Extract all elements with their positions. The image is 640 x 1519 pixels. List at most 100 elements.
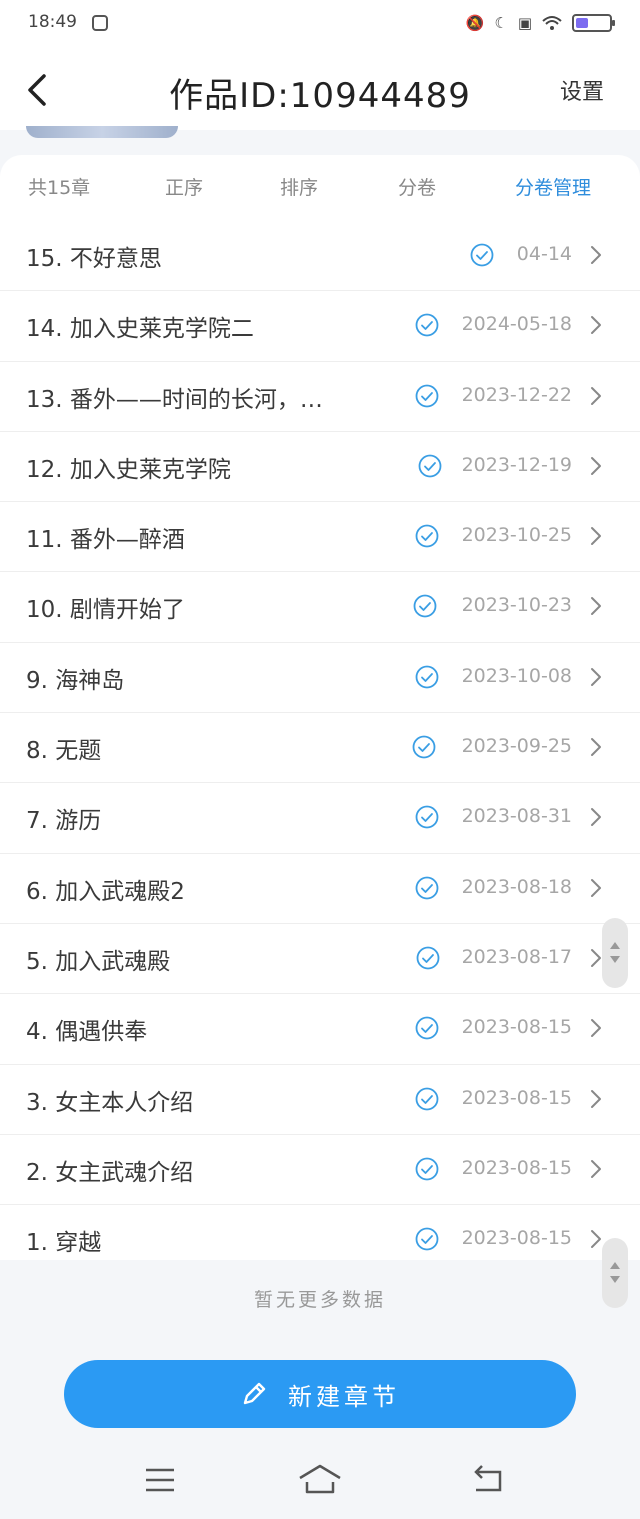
cover-image: [26, 126, 178, 138]
published-check-icon: [415, 1227, 439, 1251]
published-check-icon: [418, 454, 442, 478]
chevron-right-icon: [590, 948, 602, 968]
chapter-title: 7. 游历: [26, 808, 102, 835]
chapter-date: 04-14: [516, 243, 572, 265]
chapter-title: 2. 女主武魂介绍: [26, 1159, 194, 1186]
moon-icon: ☾: [494, 14, 508, 32]
system-nav-bar: [0, 1440, 640, 1519]
chapter-title: 13. 番外——时间的长河，…: [26, 386, 323, 413]
tab-volume-manage[interactable]: 分卷管理: [515, 173, 591, 200]
chapter-title: 15. 不好意思: [26, 246, 162, 272]
menu-icon: [146, 1468, 174, 1492]
chevron-right-icon: [590, 456, 602, 476]
chapter-row[interactable]: 15. 不好意思 04-14: [0, 221, 640, 292]
status-bar: 18:49 🔕 ☾ ▣: [0, 0, 640, 50]
chapter-row[interactable]: 11. 番外—醉酒 2023-10-25: [0, 502, 640, 573]
chapter-title: 6. 加入武魂殿2: [26, 878, 185, 905]
chapter-row[interactable]: 3. 女主本人介绍 2023-08-15: [0, 1065, 640, 1135]
published-check-icon: [470, 243, 494, 267]
chevron-right-icon: [590, 1018, 602, 1038]
published-check-icon: [412, 735, 436, 759]
status-time: 18:49: [28, 12, 77, 32]
home-icon: [299, 1464, 341, 1494]
chapter-row[interactable]: 5. 加入武魂殿 2023-08-17: [0, 924, 640, 995]
chevron-right-icon: [590, 526, 602, 546]
chevron-right-icon: [590, 1159, 602, 1179]
chevron-right-icon: [590, 386, 602, 406]
chapter-title: 11. 番外—醉酒: [26, 527, 185, 554]
published-check-icon: [415, 1087, 439, 1111]
chapter-title: 14. 加入史莱克学院二: [26, 316, 254, 343]
published-check-icon: [415, 1157, 439, 1181]
published-check-icon: [415, 876, 439, 900]
chapter-row[interactable]: 6. 加入武魂殿2 2023-08-18: [0, 854, 640, 924]
published-check-icon: [415, 805, 439, 829]
chapter-date: 2023-12-22: [461, 383, 572, 406]
back-nav-button[interactable]: [470, 1462, 506, 1498]
chapter-date: 2023-08-18: [461, 875, 572, 898]
chapter-row[interactable]: 2. 女主武魂介绍 2023-08-15: [0, 1135, 640, 1206]
chevron-right-icon: [590, 1089, 602, 1109]
chapter-card: 共15章 正序 排序 分卷 分卷管理 15. 不好意思 04-14 14. 加入史莱…: [0, 155, 640, 1260]
chapter-title: 10. 剧情开始了: [26, 597, 185, 624]
chapter-count: 共15章: [28, 177, 91, 199]
chapter-title: 4. 偶遇供奉: [26, 1019, 148, 1046]
chapter-date: 2023-08-15: [461, 1156, 572, 1179]
chapter-date: 2023-08-15: [461, 1016, 572, 1039]
no-sim-icon: ▣: [517, 14, 532, 32]
published-check-icon: [415, 1016, 439, 1040]
battery-icon: [572, 14, 615, 32]
new-chapter-button[interactable]: 新建章节: [64, 1360, 576, 1428]
home-button[interactable]: [298, 1462, 342, 1498]
published-check-icon: [415, 313, 439, 337]
chapter-row[interactable]: 7. 游历 2023-08-31: [0, 783, 640, 854]
chapter-row[interactable]: 12. 加入史莱克学院 2023-12-19: [0, 432, 640, 503]
chapter-date: 2023-10-25: [461, 524, 572, 547]
no-more-data-text: 暂无更多数据: [253, 1289, 386, 1311]
header: 作品ID:10944489 设置: [0, 50, 640, 130]
chapter-date: 2023-08-17: [461, 945, 572, 968]
pencil-icon: [243, 1382, 266, 1405]
chapter-date: 2023-12-19: [461, 453, 572, 476]
chapter-row[interactable]: 14. 加入史莱克学院二 2024-05-18: [0, 291, 640, 362]
chapter-date: 2023-08-31: [461, 805, 572, 828]
chapter-date: 2024-05-18: [461, 313, 572, 336]
chevron-right-icon: [590, 1229, 602, 1249]
chevron-right-icon: [590, 807, 602, 827]
chapter-row[interactable]: 1. 穿越 2023-08-15: [0, 1205, 640, 1274]
chapter-row[interactable]: 9. 海神岛 2023-10-08: [0, 643, 640, 714]
chevron-right-icon: [590, 878, 602, 898]
chapter-date: 2023-09-25: [461, 735, 572, 758]
chapter-row[interactable]: 13. 番外——时间的长河，… 2023-12-22: [0, 362, 640, 432]
chapter-row[interactable]: 4. 偶遇供奉 2023-08-15: [0, 994, 640, 1065]
tab-sort[interactable]: 排序: [280, 173, 318, 200]
chevron-right-icon: [590, 667, 602, 687]
published-check-icon: [415, 665, 439, 689]
page-title: 作品ID:10944489: [169, 76, 471, 116]
published-check-icon: [415, 524, 439, 548]
app-notification-icon: [92, 15, 108, 31]
chapter-date: 2023-08-15: [461, 1227, 572, 1250]
chevron-right-icon: [590, 596, 602, 616]
settings-button[interactable]: 设置: [560, 74, 604, 106]
new-chapter-label: 新建章节: [288, 1382, 400, 1411]
chapter-row[interactable]: 8. 无题 2023-09-25: [0, 713, 640, 784]
menu-button[interactable]: [142, 1462, 178, 1498]
chapter-date: 2023-10-08: [461, 664, 572, 687]
return-icon: [474, 1465, 502, 1492]
chapter-date: 2023-08-15: [461, 1086, 572, 1109]
published-check-icon: [415, 384, 439, 408]
chapter-title: 8. 无题: [26, 738, 102, 765]
chevron-right-icon: [590, 315, 602, 335]
tab-ascending[interactable]: 正序: [165, 173, 203, 200]
status-icons: 🔕 ☾ ▣: [465, 14, 615, 32]
published-check-icon: [413, 594, 437, 618]
chapter-title: 1. 穿越: [26, 1230, 102, 1257]
chevron-right-icon: [590, 737, 602, 757]
chapter-row[interactable]: 10. 剧情开始了 2023-10-23: [0, 572, 640, 643]
chapter-list: 15. 不好意思 04-14 14. 加入史莱克学院二 2024-05-18 13. 番…: [0, 221, 640, 1274]
tab-volume[interactable]: 分卷: [398, 173, 436, 200]
mute-bell-icon: 🔕: [465, 14, 485, 32]
chapter-title: 5. 加入武魂殿: [26, 948, 171, 975]
scroll-handle-upper[interactable]: [602, 918, 628, 988]
